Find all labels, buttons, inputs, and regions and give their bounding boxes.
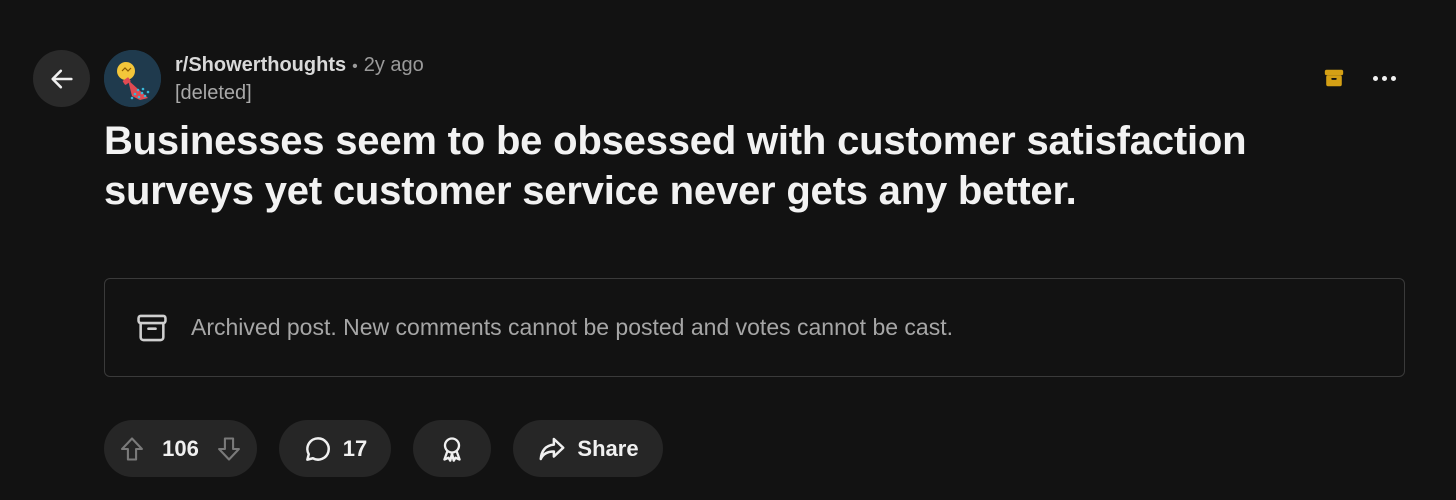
more-options-button[interactable] bbox=[1373, 64, 1396, 92]
post-time: 2y ago bbox=[363, 54, 424, 76]
ellipsis-horizontal-icon bbox=[1373, 75, 1378, 81]
showerhead-lightbulb-icon bbox=[104, 50, 161, 107]
comment-count: 17 bbox=[342, 435, 368, 461]
meta-separator: • bbox=[352, 58, 358, 75]
post-action-bar: 106 17 Share bbox=[104, 420, 663, 477]
share-button[interactable]: Share bbox=[513, 420, 663, 477]
vote-control: 106 bbox=[104, 420, 257, 477]
share-arrow-icon bbox=[539, 437, 565, 460]
comments-button[interactable]: 17 bbox=[279, 420, 391, 477]
arrow-left-icon bbox=[50, 69, 73, 88]
subreddit-avatar[interactable] bbox=[104, 50, 161, 107]
post-author[interactable]: [deleted] bbox=[175, 80, 424, 106]
post-title[interactable]: Businesses seem to be obsessed with cust… bbox=[104, 116, 1354, 216]
award-button[interactable] bbox=[413, 420, 491, 477]
back-button[interactable] bbox=[33, 50, 90, 107]
archived-notice: Archived post. New comments cannot be po… bbox=[104, 278, 1405, 377]
archived-badge bbox=[1323, 67, 1345, 89]
award-ribbon-icon bbox=[443, 436, 461, 462]
arrow-down-icon[interactable] bbox=[215, 435, 243, 463]
speech-bubble-icon bbox=[305, 436, 330, 461]
share-label: Share bbox=[577, 435, 639, 461]
subreddit-link[interactable]: r/Showerthoughts bbox=[175, 52, 346, 78]
arrow-up-icon[interactable] bbox=[118, 435, 146, 463]
post-header-actions bbox=[1323, 64, 1396, 92]
archived-notice-text: Archived post. New comments cannot be po… bbox=[191, 314, 953, 340]
post-meta: r/Showerthoughts • 2y ago [deleted] bbox=[175, 52, 424, 106]
archive-box-icon bbox=[137, 314, 167, 341]
vote-count: 106 bbox=[162, 435, 199, 461]
post-page: r/Showerthoughts • 2y ago [deleted] Busi… bbox=[0, 0, 1456, 500]
archive-box-icon bbox=[1324, 69, 1344, 87]
